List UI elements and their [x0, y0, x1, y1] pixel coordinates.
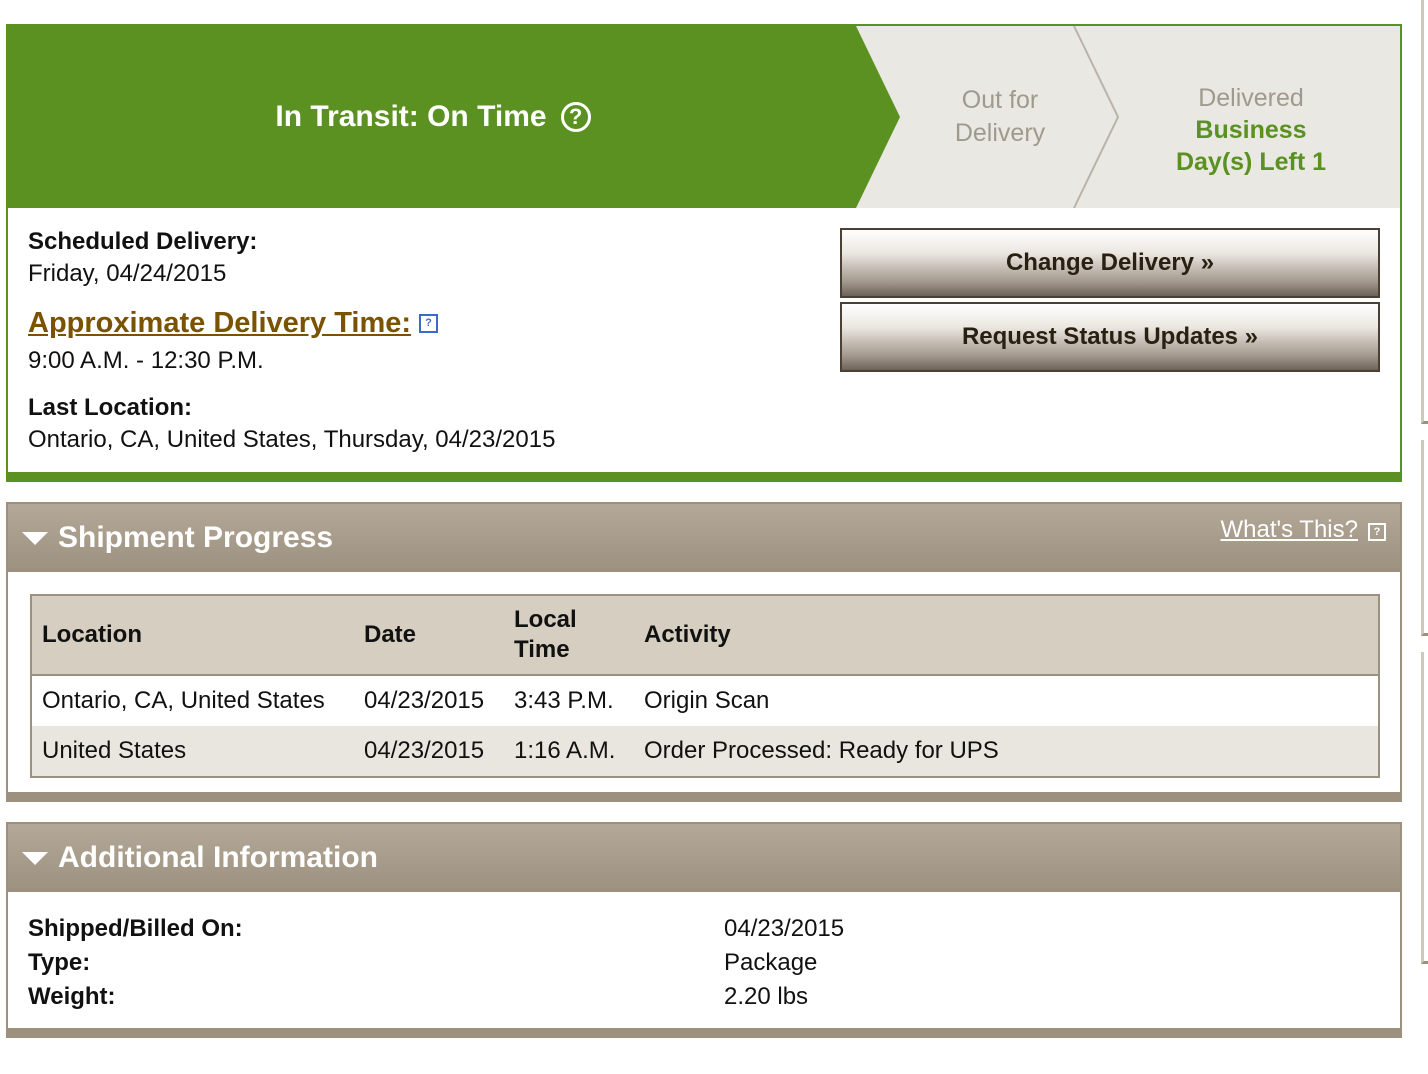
column-header-local-time: Local Time [504, 595, 634, 675]
info-label: Shipped/Billed On: [28, 915, 243, 942]
request-status-updates-button[interactable]: Request Status Updates » [840, 302, 1380, 372]
shipment-progress-section: Shipment Progress What's This?? Location… [6, 502, 1402, 802]
whats-this-label[interactable]: What's This? [1220, 516, 1358, 543]
additional-information-list: Shipped/Billed On: 04/23/2015 Type: Pack… [28, 912, 844, 1014]
table-row: Ontario, CA, United States 04/23/2015 3:… [31, 674, 1379, 726]
step-delivered: Delivered Business Day(s) Left 1 [1126, 82, 1376, 178]
additional-information-title: Additional Information [58, 841, 378, 874]
table-row: United States 04/23/2015 1:16 A.M. Order… [31, 726, 1379, 777]
approximate-delivery-time: Approximate Delivery Time:? 9:00 A.M. - … [28, 306, 439, 378]
info-label: Weight: [28, 983, 116, 1010]
shipment-progress-header[interactable]: Shipment Progress What's This?? [8, 504, 1400, 572]
collapse-triangle-icon[interactable] [22, 532, 48, 545]
scheduled-delivery-value: Friday, 04/24/2015 [28, 260, 227, 287]
cell-date: 04/23/2015 [354, 726, 504, 777]
cell-date: 04/23/2015 [354, 674, 504, 726]
step-in-transit: In Transit: On Time ? [8, 26, 858, 208]
last-location: Last Location: Ontario, CA, United State… [28, 392, 555, 456]
help-circle-icon[interactable]: ? [560, 102, 591, 132]
step-out-line2: Delivery [954, 119, 1046, 147]
whats-this-link[interactable]: What's This?? [1220, 516, 1386, 544]
collapse-triangle-icon[interactable] [22, 852, 48, 865]
progress-stepper: In Transit: On Time ? Out for Delivery D… [8, 26, 1400, 208]
additional-information-section: Additional Information Shipped/Billed On… [6, 822, 1402, 1038]
additional-information-header[interactable]: Additional Information [8, 824, 1400, 892]
info-row-weight: Weight: 2.20 lbs [28, 980, 844, 1014]
last-location-value: Ontario, CA, United States, Thursday, 04… [28, 426, 556, 453]
help-box-icon[interactable]: ? [419, 314, 439, 333]
adjacent-panel-edge [1421, 0, 1428, 424]
step-delivered-label: Delivered [1198, 84, 1304, 112]
shipment-progress-table: Location Date Local Time Activity Ontario… [30, 594, 1380, 778]
step-out-for-delivery: Out for Delivery [900, 84, 1100, 150]
info-value: 2.20 lbs [724, 983, 809, 1010]
business-days-left-line2: Day(s) Left 1 [1175, 148, 1327, 176]
table-header-row: Location Date Local Time Activity [31, 595, 1379, 675]
scheduled-delivery-label: Scheduled Delivery: [28, 228, 258, 255]
last-location-label: Last Location: [28, 394, 193, 421]
cell-activity: Order Processed: Ready for UPS [634, 726, 1379, 777]
cell-activity: Origin Scan [634, 674, 1379, 726]
column-header-location: Location [31, 595, 354, 675]
step-out-line1: Out for [961, 86, 1039, 114]
column-header-date: Date [354, 595, 504, 675]
info-value: 04/23/2015 [724, 915, 845, 942]
cell-location: United States [31, 726, 354, 777]
shipment-progress-title: Shipment Progress [58, 521, 334, 554]
adjacent-panel-edge [1421, 440, 1428, 636]
column-header-activity: Activity [634, 595, 1379, 675]
cell-location: Ontario, CA, United States [31, 674, 354, 726]
help-box-icon[interactable]: ? [1368, 523, 1386, 541]
adjacent-panel-edge [1421, 652, 1428, 964]
info-row-type: Type: Package [28, 946, 844, 980]
tracking-status-panel: In Transit: On Time ? Out for Delivery D… [6, 24, 1402, 482]
scheduled-delivery: Scheduled Delivery: Friday, 04/24/2015 [28, 226, 257, 290]
info-row-shipped: Shipped/Billed On: 04/23/2015 [28, 912, 844, 946]
cell-local-time: 1:16 A.M. [504, 726, 634, 777]
step-in-transit-label: In Transit: On Time [275, 100, 547, 133]
cell-local-time: 3:43 P.M. [504, 674, 634, 726]
approximate-delivery-time-link[interactable]: Approximate Delivery Time: [28, 307, 411, 339]
change-delivery-button[interactable]: Change Delivery » [840, 228, 1380, 298]
approximate-delivery-time-value: 9:00 A.M. - 12:30 P.M. [28, 347, 264, 374]
business-days-left-line1: Business [1195, 116, 1307, 144]
info-value: Package [724, 949, 818, 976]
info-label: Type: [28, 949, 91, 976]
